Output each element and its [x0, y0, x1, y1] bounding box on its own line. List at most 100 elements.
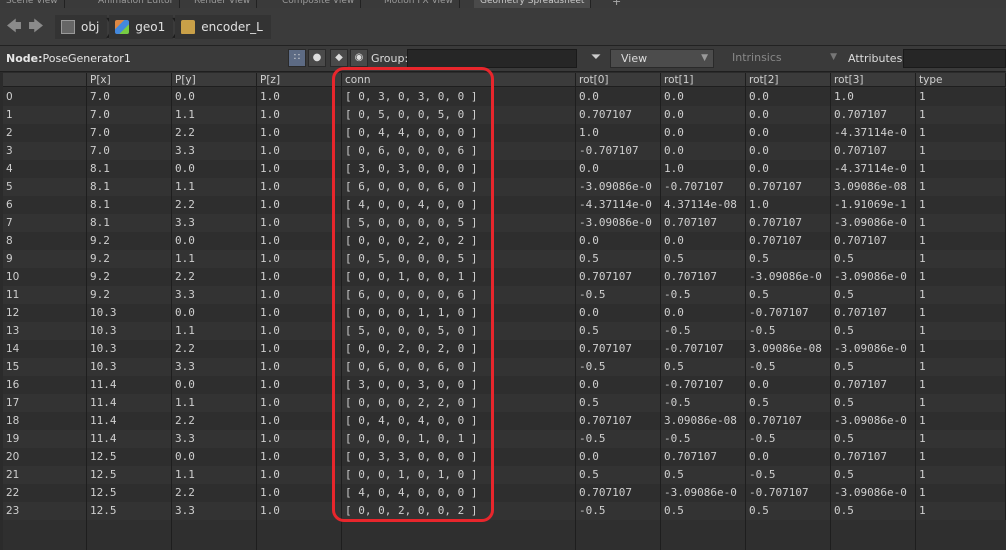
cell-px[interactable]: 9.2	[87, 250, 172, 268]
cell-type[interactable]: 1	[916, 196, 1006, 214]
cell-rot3[interactable]: -3.09086e-0	[831, 340, 916, 358]
cell-conn[interactable]: [ 0, 6, 0, 0, 6, 0 ]	[342, 358, 576, 376]
table-row[interactable]: 18 11.4 2.2 1.0[ 0, 4, 0, 4, 0, 0 ] 0.707107…	[3, 412, 1006, 430]
cell-py[interactable]: 1.1	[172, 250, 257, 268]
cell-rot2[interactable]: 0.0	[746, 376, 831, 394]
cell-conn[interactable]: [ 0, 6, 0, 0, 0, 6 ]	[342, 142, 576, 160]
cell-py[interactable]: 1.1	[172, 322, 257, 340]
cell-pz[interactable]: 1.0	[257, 484, 342, 502]
cell-conn[interactable]: [ 0, 0, 0, 2, 2, 0 ]	[342, 394, 576, 412]
cell-index[interactable]: 5	[3, 178, 87, 196]
column-header-rot0[interactable]: rot[0]	[576, 73, 661, 87]
spreadsheet-grid[interactable]: P[x] P[y] P[z] conn rot[0] rot[1] rot[2]…	[3, 73, 1006, 550]
cell-rot1[interactable]: 0.5	[661, 358, 746, 376]
table-row[interactable]: 22 12.5 2.2 1.0[ 4, 0, 4, 0, 0, 0 ] 0.707107…	[3, 484, 1006, 502]
column-header-rot3[interactable]: rot[3]	[831, 73, 916, 87]
cell-conn[interactable]: [ 0, 0, 1, 0, 1, 0 ]	[342, 466, 576, 484]
cell-conn[interactable]: [ 0, 4, 0, 4, 0, 0 ]	[342, 412, 576, 430]
cell-rot1[interactable]: 0.0	[661, 88, 746, 106]
cell-py[interactable]: 3.3	[172, 214, 257, 232]
cell-rot1[interactable]: 0.0	[661, 304, 746, 322]
cell-py[interactable]: 0.0	[172, 160, 257, 178]
view-dropdown[interactable]: View ▼	[610, 49, 714, 68]
cell-pz[interactable]: 1.0	[257, 304, 342, 322]
cell-rot1[interactable]: 0.5	[661, 250, 746, 268]
cell-py[interactable]: 3.3	[172, 502, 257, 520]
cell-rot0[interactable]: -3.09086e-0	[576, 178, 661, 196]
table-row[interactable]: 10 9.2 2.2 1.0[ 0, 0, 1, 0, 0, 1 ] 0.707107 0…	[3, 268, 1006, 286]
cell-px[interactable]: 11.4	[87, 376, 172, 394]
cell-pz[interactable]: 1.0	[257, 358, 342, 376]
table-row[interactable]: 12 10.3 0.0 1.0[ 0, 0, 0, 1, 1, 0 ] 0.0 0.0 -0…	[3, 304, 1006, 322]
cell-rot3[interactable]: 0.707107	[831, 304, 916, 322]
cell-rot1[interactable]: 4.37114e-08	[661, 196, 746, 214]
cell-rot2[interactable]: 0.5	[746, 250, 831, 268]
cell-rot1[interactable]: 1.0	[661, 160, 746, 178]
cell-rot1[interactable]: 0.0	[661, 106, 746, 124]
cell-rot0[interactable]: -0.5	[576, 358, 661, 376]
cell-px[interactable]: 10.3	[87, 304, 172, 322]
cell-type[interactable]: 1	[916, 160, 1006, 178]
cell-conn[interactable]: [ 0, 0, 0, 1, 0, 1 ]	[342, 430, 576, 448]
table-row[interactable]: 8 9.2 0.0 1.0[ 0, 0, 0, 2, 0, 2 ] 0.0 0.0 0.70…	[3, 232, 1006, 250]
cell-rot3[interactable]: 0.5	[831, 250, 916, 268]
cell-rot2[interactable]: -0.707107	[746, 304, 831, 322]
table-row[interactable]: 0 7.0 0.0 1.0[ 0, 3, 0, 3, 0, 0 ] 0.0 0.0 0.0 1…	[3, 88, 1006, 106]
cell-pz[interactable]: 1.0	[257, 502, 342, 520]
cell-pz[interactable]: 1.0	[257, 160, 342, 178]
cell-rot0[interactable]: -4.37114e-0	[576, 196, 661, 214]
cell-rot0[interactable]: -0.5	[576, 286, 661, 304]
cell-rot2[interactable]: 0.707107	[746, 214, 831, 232]
cell-rot2[interactable]: 0.707107	[746, 412, 831, 430]
cell-conn[interactable]: [ 0, 0, 2, 0, 2, 0 ]	[342, 340, 576, 358]
cell-conn[interactable]: [ 0, 5, 0, 0, 5, 0 ]	[342, 106, 576, 124]
cell-conn[interactable]: [ 4, 0, 0, 4, 0, 0 ]	[342, 196, 576, 214]
cell-rot3[interactable]: 0.707107	[831, 448, 916, 466]
group-input[interactable]	[407, 49, 577, 68]
cell-type[interactable]: 1	[916, 124, 1006, 142]
cell-rot3[interactable]: 0.5	[831, 286, 916, 304]
cell-index[interactable]: 14	[3, 340, 87, 358]
cell-pz[interactable]: 1.0	[257, 196, 342, 214]
cell-rot2[interactable]: -3.09086e-0	[746, 268, 831, 286]
cell-index[interactable]: 22	[3, 484, 87, 502]
cell-rot0[interactable]: 0.0	[576, 160, 661, 178]
cell-rot2[interactable]: -0.5	[746, 358, 831, 376]
cell-rot0[interactable]: 0.0	[576, 232, 661, 250]
cell-rot3[interactable]: 0.707107	[831, 142, 916, 160]
cell-rot1[interactable]: 0.5	[661, 502, 746, 520]
cell-px[interactable]: 7.0	[87, 124, 172, 142]
cell-type[interactable]: 1	[916, 268, 1006, 286]
table-row[interactable]: 7 8.1 3.3 1.0[ 5, 0, 0, 0, 0, 5 ] -3.09086e-…	[3, 214, 1006, 232]
cell-rot0[interactable]: -3.09086e-0	[576, 214, 661, 232]
cell-rot0[interactable]: 0.5	[576, 322, 661, 340]
cell-conn[interactable]: [ 5, 0, 0, 0, 0, 5 ]	[342, 214, 576, 232]
cell-px[interactable]: 10.3	[87, 322, 172, 340]
cell-rot3[interactable]: -4.37114e-0	[831, 124, 916, 142]
column-header-rot1[interactable]: rot[1]	[661, 73, 746, 87]
tab-render-view[interactable]: Render View	[188, 0, 258, 8]
cell-pz[interactable]: 1.0	[257, 214, 342, 232]
cell-px[interactable]: 9.2	[87, 268, 172, 286]
cell-index[interactable]: 1	[3, 106, 87, 124]
cell-index[interactable]: 19	[3, 430, 87, 448]
cell-py[interactable]: 2.2	[172, 268, 257, 286]
cell-rot0[interactable]: 0.707107	[576, 106, 661, 124]
column-header-type[interactable]: type	[916, 73, 1006, 87]
cell-px[interactable]: 9.2	[87, 286, 172, 304]
cell-type[interactable]: 1	[916, 142, 1006, 160]
cell-px[interactable]: 9.2	[87, 232, 172, 250]
cell-rot3[interactable]: 0.5	[831, 502, 916, 520]
cell-type[interactable]: 1	[916, 466, 1006, 484]
cell-rot2[interactable]: 0.707107	[746, 232, 831, 250]
cell-rot0[interactable]: 0.5	[576, 466, 661, 484]
breadcrumb-obj[interactable]: obj ❯	[55, 15, 120, 39]
table-row[interactable]: 16 11.4 0.0 1.0[ 3, 0, 0, 3, 0, 0 ] 0.0 -0.70…	[3, 376, 1006, 394]
vertices-mode-icon[interactable]: ●	[308, 49, 326, 67]
cell-index[interactable]: 18	[3, 412, 87, 430]
cell-index[interactable]: 2	[3, 124, 87, 142]
cell-rot3[interactable]: -3.09086e-0	[831, 268, 916, 286]
cell-index[interactable]: 4	[3, 160, 87, 178]
cell-conn[interactable]: [ 0, 0, 1, 0, 0, 1 ]	[342, 268, 576, 286]
points-mode-icon[interactable]: ∷	[288, 49, 306, 67]
